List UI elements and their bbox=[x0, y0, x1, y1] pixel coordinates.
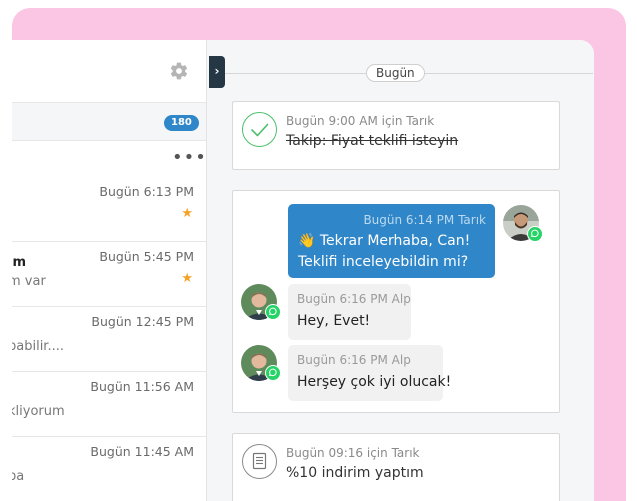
star-icon[interactable]: ★ bbox=[181, 206, 193, 221]
filter-row[interactable]: 180 bbox=[12, 103, 206, 141]
timeline-panel: Bugün Bugün 9:00 AM için Tarık Takip: Fi… bbox=[207, 40, 594, 501]
day-separator: Bugün bbox=[366, 64, 425, 82]
note-title: %10 indirim yaptım bbox=[286, 465, 424, 481]
conversation-time: Bugün 11:56 AM bbox=[90, 379, 194, 394]
message-text: Teklifi inceleyebildin mi? bbox=[298, 254, 469, 270]
task-card[interactable]: Bugün 9:00 AM için Tarık Takip: Fiyat te… bbox=[232, 101, 560, 170]
count-badge: 180 bbox=[164, 115, 199, 131]
message-text: 👋 Tekrar Merhaba, Can! bbox=[298, 233, 471, 249]
conversation-item[interactable]: pabilir.... Bugün 12:45 PM bbox=[12, 307, 206, 372]
message-meta: Bugün 6:14 PM Tarık bbox=[363, 213, 486, 227]
list-header bbox=[12, 40, 206, 103]
gear-icon[interactable] bbox=[169, 61, 189, 81]
whatsapp-icon bbox=[265, 304, 281, 320]
conversation-preview: ba bbox=[12, 469, 25, 484]
conversation-item[interactable]: ba Bugün 11:45 AM bbox=[12, 437, 206, 501]
check-circle-icon[interactable] bbox=[242, 112, 277, 147]
conversation-item[interactable]: ım m var Bugün 5:45 PM ★ bbox=[12, 242, 206, 307]
note-meta: Bugün 09:16 için Tarık bbox=[286, 446, 420, 460]
whatsapp-icon bbox=[527, 226, 543, 242]
conversation-preview: kliyorum bbox=[12, 404, 65, 419]
outgoing-message: Bugün 6:14 PM Tarık 👋 Tekrar Merhaba, Ca… bbox=[288, 204, 495, 278]
message-text: Herşey çok iyi olucak! bbox=[297, 374, 452, 390]
chat-card: Bugün 6:14 PM Tarık 👋 Tekrar Merhaba, Ca… bbox=[232, 190, 560, 413]
list-actions-row: ••• bbox=[12, 141, 206, 177]
note-card[interactable]: Bugün 09:16 için Tarık %10 indirim yaptı… bbox=[232, 433, 560, 501]
incoming-message: Bugün 6:16 PM Alp Hey, Evet! bbox=[288, 284, 411, 340]
message-meta: Bugün 6:16 PM Alp bbox=[297, 353, 411, 367]
task-title: Takip: Fiyat teklifi isteyin bbox=[286, 133, 459, 149]
conversation-item[interactable]: kliyorum Bugün 11:56 AM bbox=[12, 372, 206, 437]
conversation-time: Bugün 5:45 PM bbox=[99, 249, 194, 264]
chevron-right-icon[interactable]: › bbox=[209, 56, 225, 88]
conversation-time: Bugün 11:45 AM bbox=[90, 444, 194, 459]
document-icon[interactable] bbox=[242, 444, 277, 479]
incoming-message: Bugün 6:16 PM Alp Herşey çok iyi olucak! bbox=[288, 345, 451, 401]
message-text: Hey, Evet! bbox=[297, 313, 371, 329]
task-meta: Bugün 9:00 AM için Tarık bbox=[286, 114, 435, 128]
whatsapp-icon bbox=[265, 365, 281, 381]
conversation-name: ım bbox=[12, 255, 27, 270]
conversation-preview: m var bbox=[12, 274, 46, 289]
message-meta: Bugün 6:16 PM Alp bbox=[297, 292, 411, 306]
conversation-list-panel: 180 ••• Bugün 6:13 PM ★ ım m var Bugün 5… bbox=[12, 40, 206, 501]
conversation-time: Bugün 12:45 PM bbox=[91, 314, 194, 329]
star-icon[interactable]: ★ bbox=[181, 271, 193, 286]
conversation-time: Bugün 6:13 PM bbox=[99, 184, 194, 199]
conversation-preview: pabilir.... bbox=[12, 339, 64, 354]
conversation-item[interactable]: Bugün 6:13 PM ★ bbox=[12, 177, 206, 242]
more-horizontal-icon[interactable]: ••• bbox=[172, 147, 206, 168]
app-window: 180 ••• Bugün 6:13 PM ★ ım m var Bugün 5… bbox=[12, 40, 594, 501]
